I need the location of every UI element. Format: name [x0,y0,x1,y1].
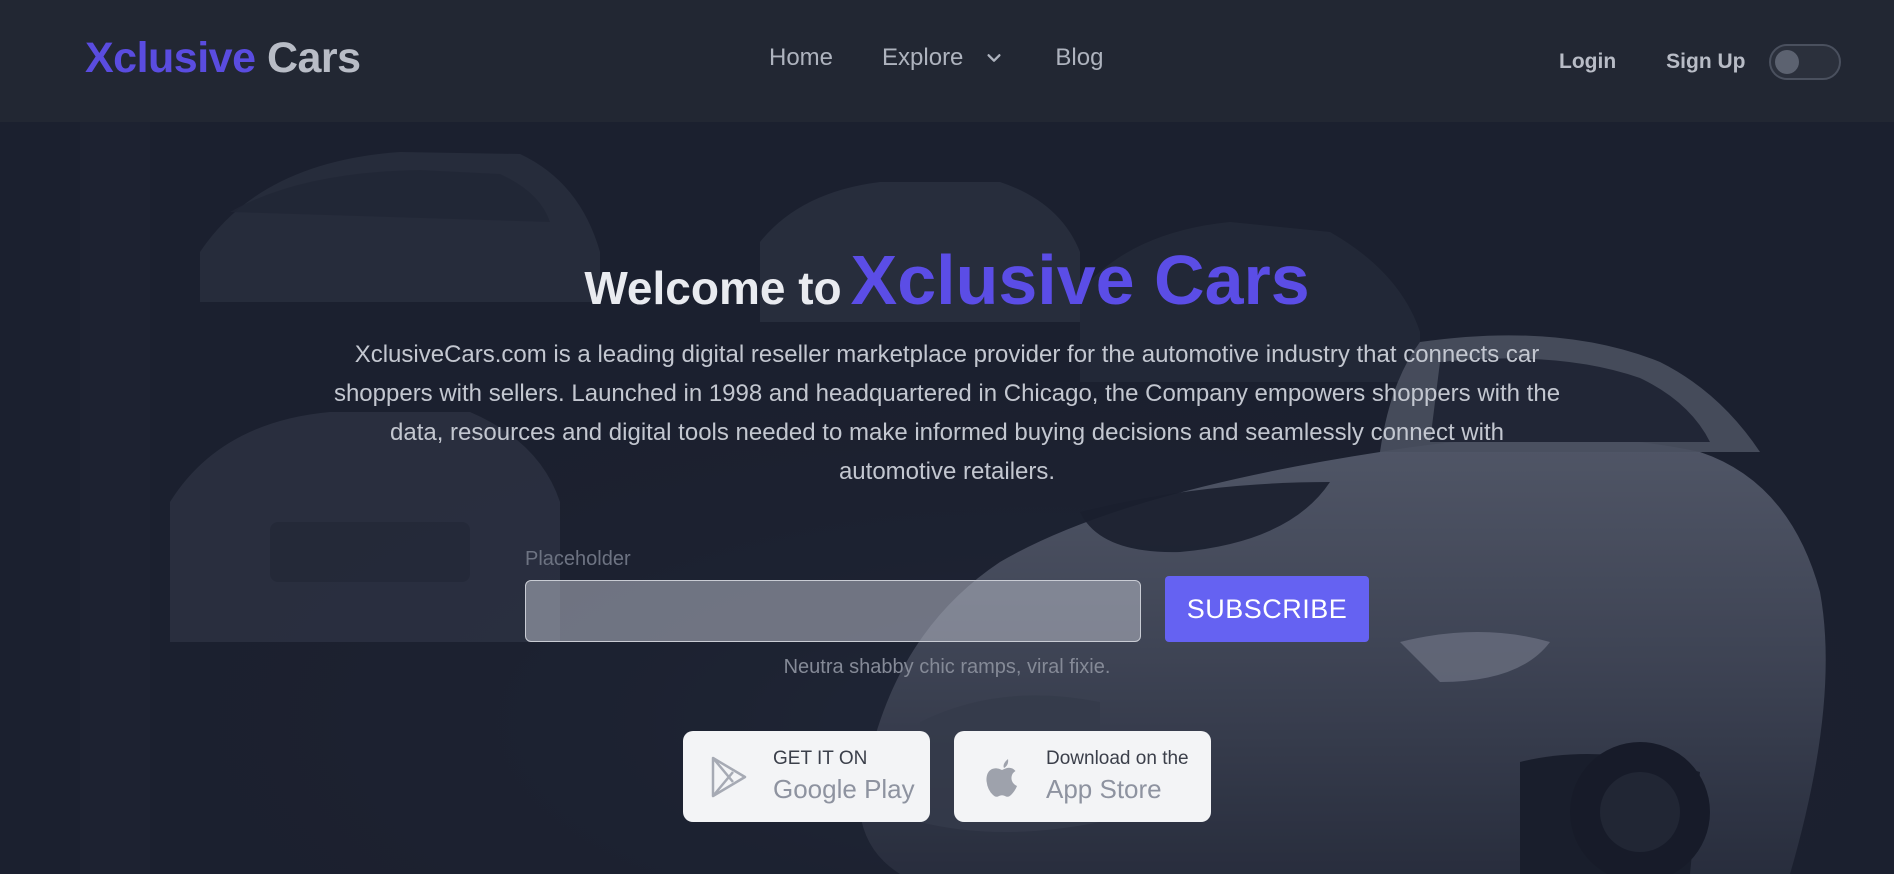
nav-explore-dropdown[interactable]: Explore [882,44,1003,72]
app-store-button[interactable]: Download on the App Store [954,731,1211,822]
nav-home-link[interactable]: Home [769,44,833,72]
logo-accent-text: Xclusive [85,34,256,82]
brand-text: Xclusive Cars [850,241,1310,319]
subscribe-button[interactable]: SUBSCRIBE [1165,576,1369,642]
google-play-small-label: GET IT ON [773,748,868,769]
main-nav: Home Explore Blog [769,44,1103,72]
google-play-button[interactable]: GET IT ON Google Play [683,731,930,822]
hero-headline: Welcome to Xclusive Cars [0,240,1894,320]
app-store-text: Download on the App Store [1046,748,1189,805]
navbar: Xclusive Cars Home Explore Blog Login Si… [0,0,1894,122]
signup-link[interactable]: Sign Up [1666,50,1745,74]
site-logo[interactable]: Xclusive Cars [85,34,361,83]
google-play-icon [711,756,747,797]
welcome-text: Welcome to [584,262,842,314]
email-field-label: Placeholder [525,548,631,570]
hero-description: XclusiveCars.com is a leading digital re… [333,341,1561,485]
hero-background-image [0,122,1894,874]
app-store-small-label: Download on the [1046,748,1189,769]
chevron-down-icon [987,54,1001,62]
theme-toggle[interactable] [1769,44,1842,80]
nav-explore-label: Explore [882,44,964,71]
email-field[interactable] [525,580,1141,642]
logo-rest-text: Cars [266,34,361,82]
google-play-big-label: Google Play [773,774,915,804]
auth-controls: Login Sign Up [1559,44,1842,80]
nav-blog-link[interactable]: Blog [1055,44,1103,72]
app-store-big-label: App Store [1046,774,1162,804]
fine-print-text: Neutra shabby chic ramps, viral fixie. [783,656,1111,678]
apple-icon [986,758,1017,797]
toggle-knob [1775,50,1800,74]
hero-section: Welcome to Xclusive Cars XclusiveCars.co… [0,122,1894,874]
login-link[interactable]: Login [1559,50,1616,74]
google-play-text: GET IT ON Google Play [773,748,915,805]
